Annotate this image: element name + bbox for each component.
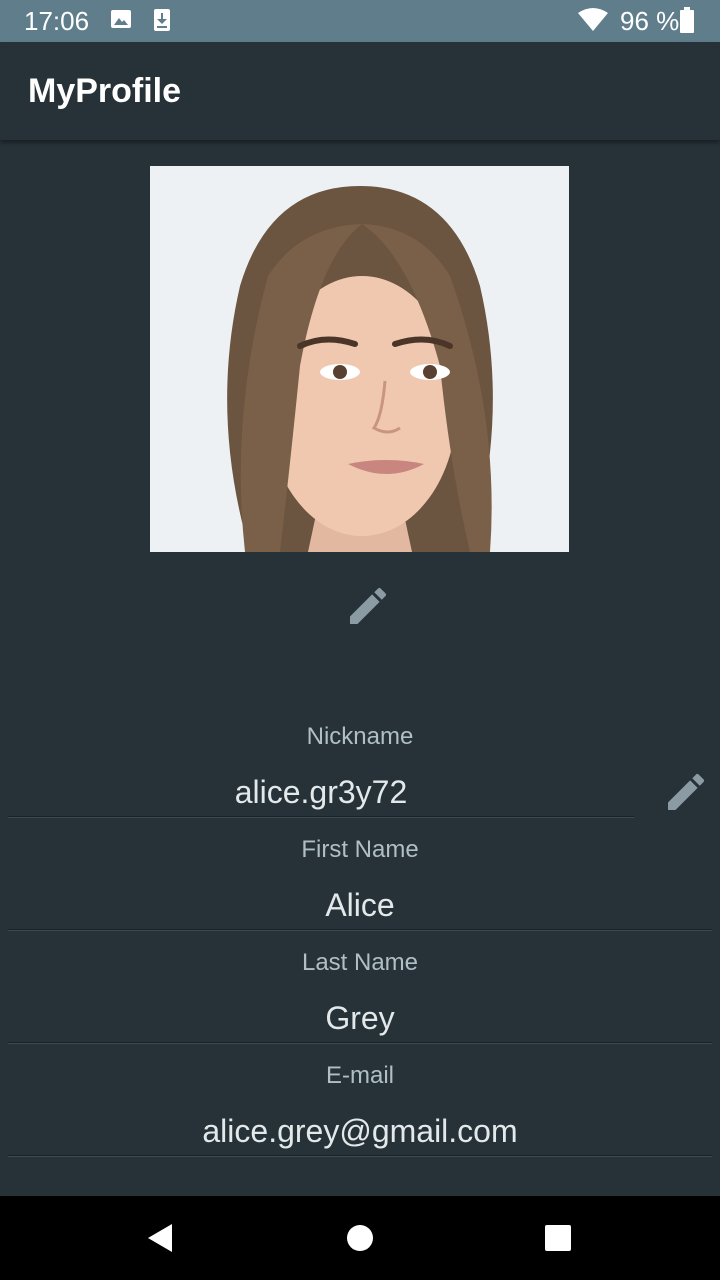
nickname-label: Nickname: [306, 723, 414, 750]
home-icon[interactable]: [346, 1224, 374, 1257]
last-name-underline: [8, 1042, 712, 1044]
wifi-icon: [577, 8, 609, 37]
back-icon[interactable]: [146, 1222, 174, 1259]
pencil-icon: [344, 587, 392, 634]
status-bar: 17:06 96 %: [0, 0, 720, 42]
edit-photo-button[interactable]: [344, 582, 392, 630]
battery-icon: [680, 7, 694, 38]
last-name-field[interactable]: Grey: [8, 1000, 712, 1037]
navigation-bar: [0, 1196, 720, 1280]
email-label: E-mail: [325, 1062, 394, 1089]
app-bar: MyProfile: [0, 42, 720, 140]
image-icon: [110, 8, 132, 35]
download-icon: [152, 8, 172, 37]
nickname-underline: [8, 816, 634, 818]
last-name-label: Last Name: [301, 949, 419, 976]
first-name-underline: [8, 929, 712, 931]
edit-nickname-button[interactable]: [662, 768, 710, 816]
app-title: MyProfile: [28, 72, 182, 110]
profile-photo: [150, 166, 569, 552]
recents-icon[interactable]: [545, 1225, 571, 1256]
email-underline: [8, 1155, 712, 1157]
nickname-field[interactable]: alice.gr3y72: [8, 774, 634, 811]
email-field[interactable]: alice.grey@gmail.com: [8, 1113, 712, 1150]
first-name-label: First Name: [301, 836, 419, 863]
status-time: 17:06: [24, 6, 90, 36]
pencil-icon: [662, 773, 710, 820]
first-name-field[interactable]: Alice: [8, 887, 712, 924]
battery-percentage: 96 %: [620, 6, 680, 36]
